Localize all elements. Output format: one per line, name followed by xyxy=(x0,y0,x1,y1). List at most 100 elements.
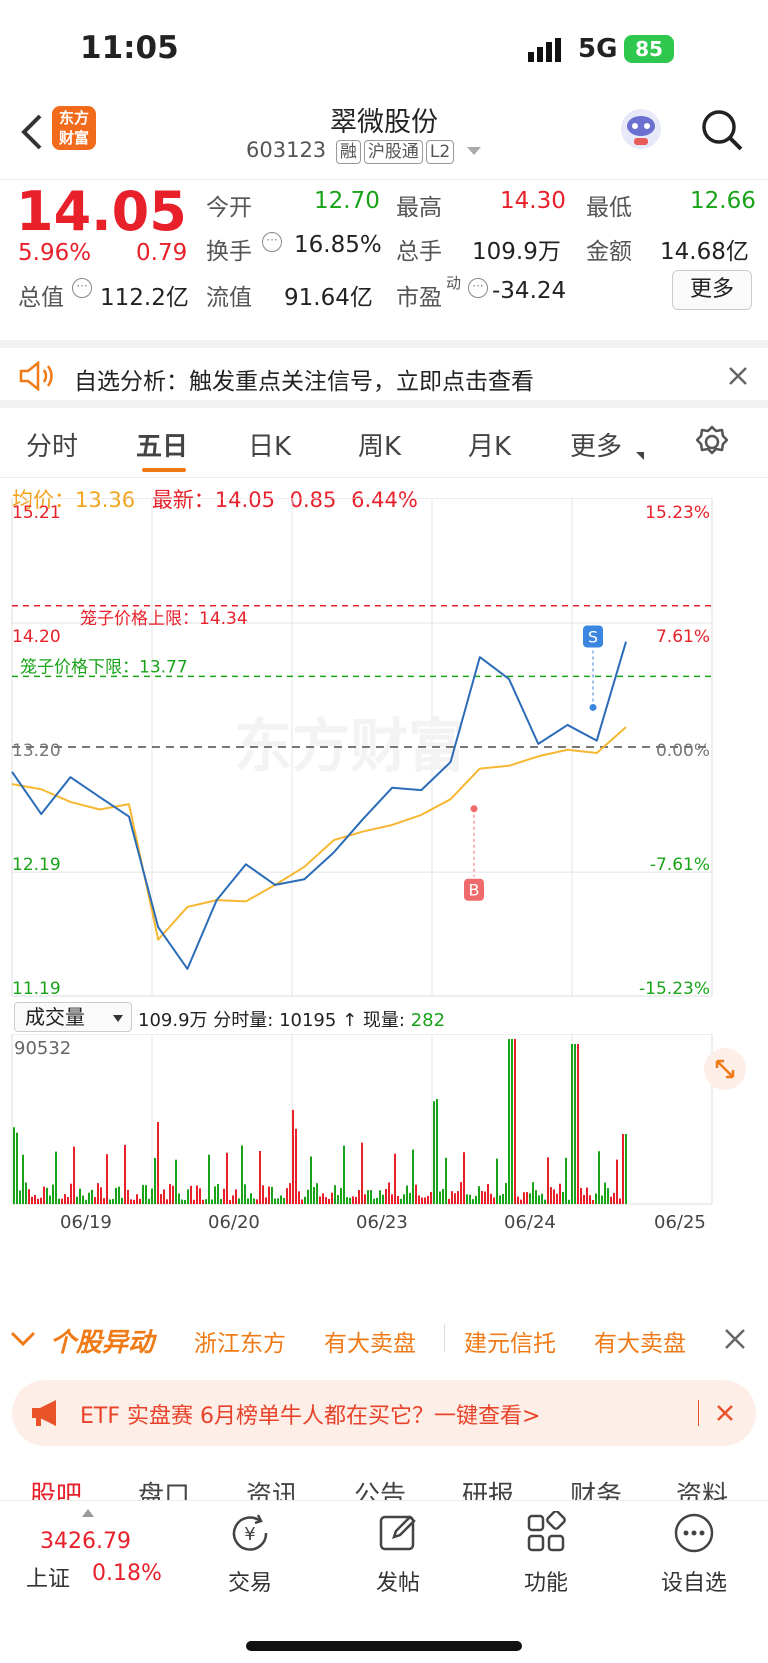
close-icon[interactable] xyxy=(728,366,748,386)
volume-bar xyxy=(226,1152,228,1204)
volume-bar xyxy=(289,1183,291,1204)
volume-bar xyxy=(124,1144,126,1204)
search-icon[interactable] xyxy=(700,108,744,152)
tab-more[interactable]: 更多 xyxy=(570,426,622,463)
info-icon[interactable]: ··· xyxy=(72,278,92,298)
price-line xyxy=(11,641,627,970)
etf-promo-banner[interactable]: ETF 实盘赛 6月榜单牛人都在买它？一键查看> xyxy=(12,1380,756,1446)
volume-bar xyxy=(424,1197,426,1204)
volume-bar xyxy=(13,1127,15,1204)
tab-orderbook[interactable]: 盘口 xyxy=(138,1475,190,1500)
signal-banner[interactable]: 自选分析：触发重点关注信号，立即点击查看 xyxy=(0,340,768,408)
volume-bar xyxy=(208,1154,210,1204)
volume-bar xyxy=(379,1190,381,1204)
volume-bar xyxy=(499,1195,501,1204)
volume-bar xyxy=(55,1151,57,1204)
tab-finance[interactable]: 财务 xyxy=(570,1475,622,1500)
info-icon[interactable]: ··· xyxy=(468,278,488,298)
tab-intraday[interactable]: 分时 xyxy=(26,426,78,463)
volume-bar xyxy=(568,1199,570,1204)
low-value: 12.66 xyxy=(690,188,756,214)
low-label: 最低 xyxy=(586,195,632,221)
back-icon[interactable] xyxy=(16,112,48,152)
volume-now-label: 现量: xyxy=(362,1010,405,1031)
add-watchlist-button[interactable]: 设自选 xyxy=(634,1511,754,1597)
price-chart[interactable]: 东方财富笼子价格上限：14.34笼子价格下限：13.7715.2114.2013… xyxy=(0,498,768,1018)
volume-bar xyxy=(331,1192,333,1204)
volume-bar xyxy=(376,1197,378,1204)
mover-item[interactable]: 建元信托 xyxy=(464,1324,556,1358)
volume-bar xyxy=(604,1182,606,1204)
mover-item[interactable]: 有大卖盘 xyxy=(324,1324,416,1358)
close-icon[interactable] xyxy=(724,1328,746,1350)
volume-bar xyxy=(283,1198,285,1204)
divider xyxy=(698,1400,699,1426)
turnover-value: 16.85% xyxy=(294,232,382,258)
info-icon[interactable]: ··· xyxy=(262,232,282,252)
volume-bar xyxy=(622,1134,624,1204)
volume-bar xyxy=(22,1154,24,1204)
volume-bar xyxy=(481,1191,483,1204)
tab-daily[interactable]: 日K xyxy=(248,426,291,463)
volume-bar xyxy=(70,1183,72,1204)
expand-icon[interactable] xyxy=(704,1048,746,1090)
five-day-chart: 均价：13.36 最新：14.05 0.85 6.44% 东方财富 笼子价格上限：… xyxy=(0,478,768,1298)
volume-bar xyxy=(580,1187,582,1204)
volume-bar xyxy=(142,1184,144,1204)
status-bar: 11:05 5G 85 xyxy=(0,0,768,100)
up-triangle-icon xyxy=(82,1509,94,1517)
tab-news[interactable]: 资讯 xyxy=(246,1475,298,1500)
volume-bar xyxy=(358,1190,360,1204)
tab-notices[interactable]: 公告 xyxy=(354,1475,406,1500)
post-button[interactable]: 发帖 xyxy=(338,1511,458,1597)
settings-icon[interactable] xyxy=(694,424,730,460)
volume-bar xyxy=(601,1195,603,1204)
volume-total: 109.9万 xyxy=(138,1010,208,1031)
volume-bar xyxy=(178,1193,180,1204)
volume-bar xyxy=(364,1194,366,1204)
mover-item[interactable]: 有大卖盘 xyxy=(594,1324,686,1358)
price-tick: 11.19 xyxy=(12,979,61,999)
volume-bar xyxy=(313,1187,315,1204)
index-widget[interactable]: 3426.79 上证 0.18% xyxy=(10,1507,170,1597)
volume-chart[interactable] xyxy=(0,1034,768,1210)
volume-bar xyxy=(220,1198,222,1204)
volume-bar xyxy=(616,1159,618,1204)
volume-bar xyxy=(583,1194,585,1204)
date-tick: 06/23 xyxy=(356,1212,408,1233)
stock-code-row[interactable]: 603123 融沪股通 L2 xyxy=(246,138,481,164)
functions-button[interactable]: 功能 xyxy=(486,1510,606,1597)
trade-button[interactable]: ¥ 交易 xyxy=(190,1511,310,1597)
volume-bar xyxy=(151,1188,153,1204)
volume-bar xyxy=(337,1195,339,1204)
tab-weekly[interactable]: 周K xyxy=(358,426,401,463)
tag-margin: 融 xyxy=(335,140,361,164)
volume-bar xyxy=(97,1183,99,1204)
volume-bar xyxy=(397,1195,399,1204)
volume-bar xyxy=(556,1193,558,1204)
volume-bar xyxy=(619,1198,621,1204)
tab-research[interactable]: 研报 xyxy=(462,1475,514,1500)
app-logo: 东方 财富 xyxy=(52,106,96,150)
robot-avatar-icon[interactable] xyxy=(618,106,664,152)
volume-bar xyxy=(361,1142,363,1204)
tab-five-day[interactable]: 五日 xyxy=(136,426,188,463)
chevron-down-icon[interactable] xyxy=(10,1328,36,1348)
tab-monthly[interactable]: 月K xyxy=(468,426,511,463)
logo-text-1: 东方 xyxy=(58,109,89,127)
upper-limit-label: 笼子价格上限：14.34 xyxy=(80,609,248,629)
open-value: 12.70 xyxy=(314,188,380,214)
volume-bar xyxy=(154,1157,156,1204)
tab-profile[interactable]: 资料 xyxy=(676,1475,728,1500)
more-button[interactable]: 更多 xyxy=(672,270,752,310)
volume-bar xyxy=(91,1189,93,1204)
volume-bar xyxy=(235,1189,237,1204)
tab-forum[interactable]: 股吧 xyxy=(30,1475,82,1500)
close-icon[interactable] xyxy=(716,1404,734,1422)
volume-bar xyxy=(79,1188,81,1204)
mover-item[interactable]: 浙江东方 xyxy=(194,1324,286,1358)
volume-bar xyxy=(64,1194,66,1204)
volume-indicator-select[interactable]: 成交量 xyxy=(14,1002,132,1032)
volume-bar xyxy=(265,1197,267,1204)
volume-bar xyxy=(217,1183,219,1204)
